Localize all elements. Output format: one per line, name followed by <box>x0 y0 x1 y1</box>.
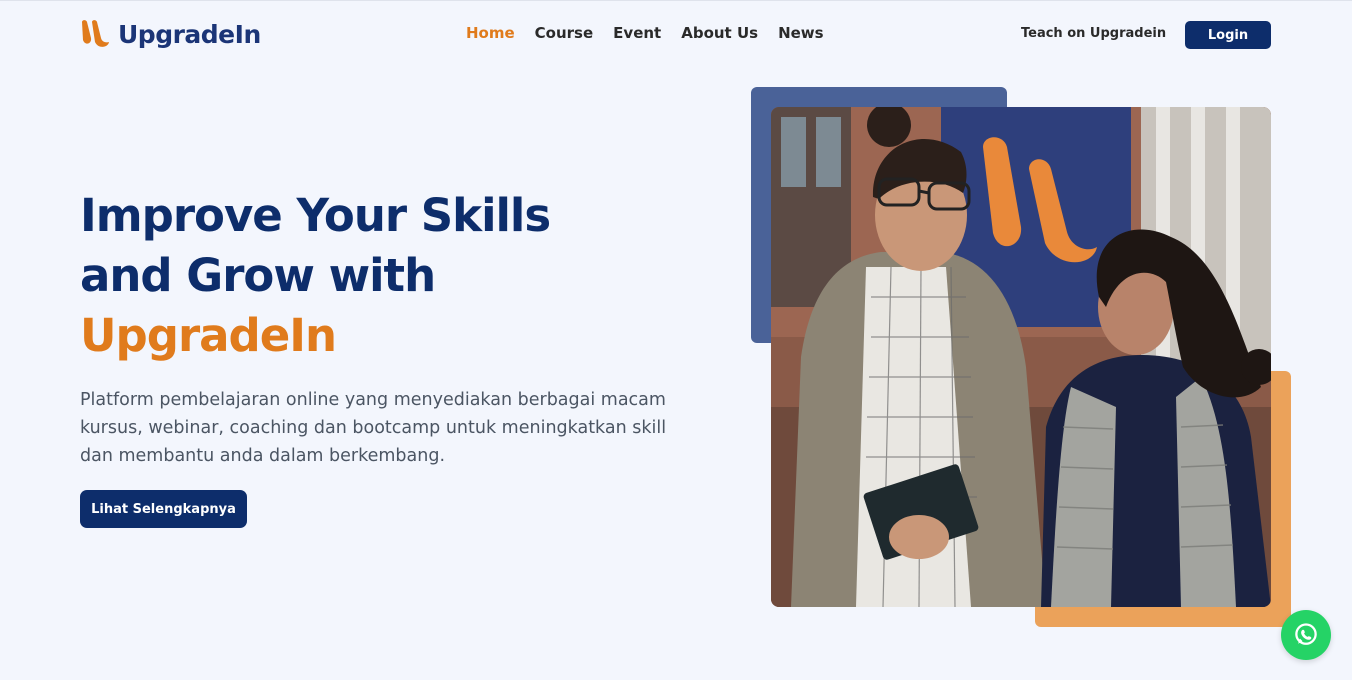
whatsapp-button[interactable] <box>1281 610 1331 660</box>
login-button[interactable]: Login <box>1185 21 1271 49</box>
hero-title: Improve Your Skills and Grow with Upgrad… <box>80 186 680 366</box>
brand-logo-icon <box>82 20 109 47</box>
hero-description: Platform pembelajaran online yang menyed… <box>80 390 667 466</box>
nav-course[interactable]: Course <box>535 24 594 42</box>
hero-title-brand: UpgradeIn <box>80 309 337 362</box>
whatsapp-icon <box>1295 623 1317 645</box>
hero-title-line2: and Grow with <box>80 249 436 302</box>
nav-home[interactable]: Home <box>466 24 515 42</box>
nav-about-us[interactable]: About Us <box>681 24 758 42</box>
teach-link[interactable]: Teach on Upgradein <box>1021 26 1166 41</box>
main-menu: Home Course Event About Us News <box>466 24 824 42</box>
brand-logo-link[interactable]: UpgradeIn <box>80 16 261 52</box>
nav-event[interactable]: Event <box>613 24 661 42</box>
hero-title-line1: Improve Your Skills <box>80 189 551 242</box>
see-more-button[interactable]: Lihat Selengkapnya <box>80 490 247 528</box>
nav-news[interactable]: News <box>778 24 824 42</box>
hero-image <box>771 107 1271 607</box>
navbar: UpgradeIn Home Course Event About Us New… <box>0 0 1352 70</box>
brand-name: UpgradeIn <box>118 19 261 49</box>
students-photo <box>771 107 1271 607</box>
